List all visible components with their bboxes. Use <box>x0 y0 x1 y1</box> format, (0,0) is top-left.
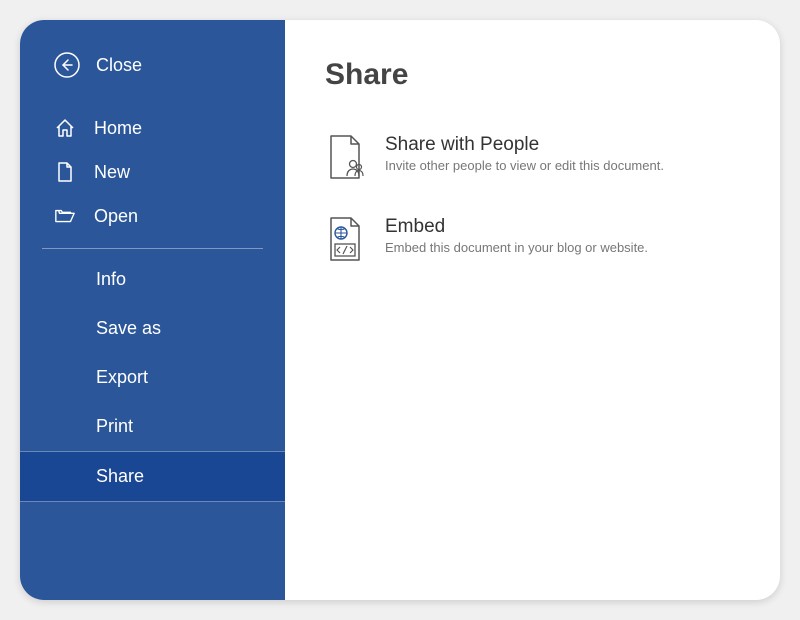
back-arrow-icon <box>54 52 80 78</box>
sidebar-item-save-as[interactable]: Save as <box>20 304 285 353</box>
sidebar: Close Home New Open <box>20 20 285 600</box>
app-window: Close Home New Open <box>20 20 780 600</box>
sidebar-item-label: Share <box>96 466 144 486</box>
sidebar-item-info[interactable]: Info <box>20 255 285 304</box>
sidebar-item-label: Save as <box>96 318 161 338</box>
sidebar-item-label: New <box>94 162 130 183</box>
main-panel: Share Share with People Invite other peo… <box>285 20 780 600</box>
sidebar-item-export[interactable]: Export <box>20 353 285 402</box>
close-label: Close <box>96 55 142 76</box>
option-text: Embed Embed this document in your blog o… <box>385 216 648 255</box>
sidebar-item-label: Open <box>94 206 138 227</box>
sidebar-item-label: Export <box>96 367 148 387</box>
option-title: Share with People <box>385 134 664 156</box>
option-text: Share with People Invite other people to… <box>385 134 664 173</box>
share-with-people-option[interactable]: Share with People Invite other people to… <box>325 134 740 180</box>
sidebar-item-label: Print <box>96 416 133 436</box>
sidebar-item-new[interactable]: New <box>20 150 285 194</box>
sidebar-item-share[interactable]: Share <box>20 451 285 502</box>
sidebar-item-open[interactable]: Open <box>20 194 285 238</box>
document-icon <box>54 161 76 183</box>
embed-icon <box>325 216 365 262</box>
sidebar-item-print[interactable]: Print <box>20 402 285 451</box>
option-title: Embed <box>385 216 648 238</box>
page-title: Share <box>325 58 740 92</box>
home-icon <box>54 117 76 139</box>
sidebar-divider <box>42 248 263 249</box>
option-desc: Embed this document in your blog or webs… <box>385 240 648 255</box>
sidebar-item-home[interactable]: Home <box>20 106 285 150</box>
sidebar-item-label: Home <box>94 118 142 139</box>
embed-option[interactable]: Embed Embed this document in your blog o… <box>325 216 740 262</box>
folder-open-icon <box>54 205 76 227</box>
option-desc: Invite other people to view or edit this… <box>385 158 664 173</box>
close-button[interactable]: Close <box>20 38 285 106</box>
share-people-icon <box>325 134 365 180</box>
sidebar-item-label: Info <box>96 269 126 289</box>
